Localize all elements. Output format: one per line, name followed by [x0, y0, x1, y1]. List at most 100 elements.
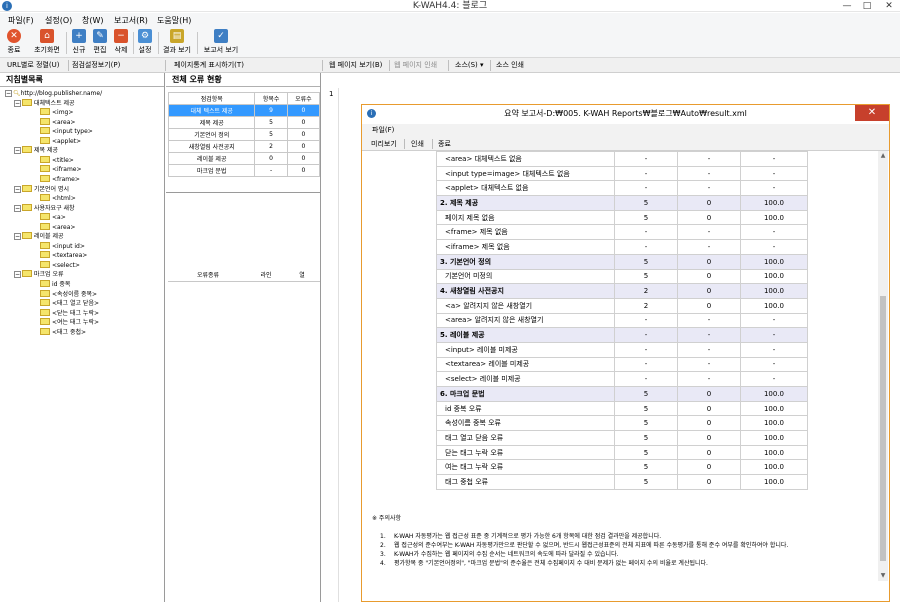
menu-report[interactable]: 보고서(R): [114, 15, 148, 26]
tree-item[interactable]: <태그 열고 닫음>: [40, 299, 99, 308]
summary-row[interactable]: 마크업 문법 -0: [167, 164, 321, 177]
summary-row[interactable]: 대체 텍스트 제공 9 0: [167, 104, 321, 117]
tree-item[interactable]: <태그 중첩>: [40, 327, 86, 337]
tree-item[interactable]: <frame>: [40, 174, 80, 184]
summary-row[interactable]: 새창열림 사전공지 2 0: [167, 140, 321, 153]
summary-cell: 0: [286, 140, 321, 153]
menu-settings[interactable]: 설정(O): [45, 15, 72, 26]
preview-button[interactable]: 미리보기: [371, 138, 397, 150]
error-detail-table: 오류종류 라인 열: [168, 269, 320, 282]
tree-item[interactable]: <input id>: [40, 241, 85, 251]
panel-splitter[interactable]: [166, 192, 321, 193]
tree-item[interactable]: <input type>: [40, 127, 93, 136]
tree-item[interactable]: <html>: [40, 194, 76, 203]
report-value: -: [614, 165, 678, 182]
menu-window[interactable]: 창(W): [82, 15, 104, 26]
tree-item-label: <area>: [52, 118, 76, 126]
tree-item[interactable]: <area>: [40, 117, 76, 127]
report-item-name: 태그 열고 닫음 오류: [436, 430, 615, 446]
menu-file[interactable]: 파일(F): [8, 15, 34, 26]
folder-icon: [40, 117, 50, 125]
tree-item[interactable]: <select>: [40, 260, 80, 270]
tree-item[interactable]: <area>: [40, 222, 75, 232]
close-button[interactable]: ✕: [880, 0, 898, 12]
maximize-button[interactable]: □: [858, 0, 876, 12]
exit-report-button[interactable]: 종료: [438, 138, 451, 150]
collapse-icon[interactable]: −: [14, 233, 21, 241]
tree-root[interactable]: − 🔍︎http://blog.publisher.name/: [5, 89, 102, 98]
tree-group[interactable]: − 마크업 오류: [14, 270, 64, 279]
report-value: 5: [614, 459, 678, 476]
summary-table: 점검항목 항목수 오류수 대체 텍스트 제공 9 0 제목 제공 5 0 기본언어 정의 5 0…: [167, 92, 321, 177]
tree-item[interactable]: <textarea>: [40, 251, 87, 260]
collapse-icon[interactable]: −: [14, 99, 21, 107]
tree-item[interactable]: <속성이름 중복>: [40, 289, 97, 299]
result-view-button[interactable]: ▤ 결과 보기: [160, 29, 194, 56]
dialog-close-button[interactable]: ✕: [855, 105, 889, 121]
check-settings-button[interactable]: 점검설정보기(P): [72, 60, 120, 70]
column-header[interactable]: 항목수: [254, 92, 288, 105]
tree-group[interactable]: − 사용자요구 새창: [14, 203, 75, 213]
tree-item[interactable]: <iframe>: [40, 165, 82, 174]
tree-item[interactable]: <닫는 태그 누락>: [40, 308, 99, 318]
tree-group[interactable]: − 기본언어 명시: [14, 184, 69, 194]
summary-row[interactable]: 제목 제공 5 0: [167, 116, 321, 129]
column-header[interactable]: 오류종류: [168, 269, 248, 282]
summary-row[interactable]: 레이블 제공 0 0: [167, 152, 321, 165]
source-dropdown[interactable]: 소스(S) ▾: [455, 60, 484, 70]
minimize-button[interactable]: —: [838, 0, 856, 12]
tree-item[interactable]: <applet>: [40, 136, 81, 146]
toolbar-divider: [66, 32, 67, 54]
tree-group[interactable]: − 제목 제공: [14, 146, 58, 155]
report-value: 100.0: [740, 209, 808, 226]
scroll-up-icon[interactable]: ▲: [878, 151, 888, 161]
dialog-menu-file[interactable]: 파일(F): [372, 125, 394, 136]
home-button[interactable]: ⌂ 초기화면: [31, 29, 63, 56]
report-value: 100.0: [740, 253, 808, 270]
collapse-icon[interactable]: −: [14, 147, 21, 155]
summary-header: 전체 오류 현황: [166, 73, 320, 87]
tree-item[interactable]: <a>: [40, 213, 66, 222]
report-value: 5: [614, 400, 678, 417]
report-view-button[interactable]: ✓ 보고서 보기: [199, 29, 243, 56]
collapse-icon[interactable]: −: [14, 185, 21, 193]
web-page-view-button[interactable]: 웹 페이지 보기(B): [329, 60, 382, 70]
scroll-down-icon[interactable]: ▼: [878, 571, 888, 581]
settings-button[interactable]: ⚙ 설정: [135, 29, 155, 56]
menu-help[interactable]: 도움말(H): [157, 15, 191, 26]
summary-row[interactable]: 기본언어 정의 5 0: [167, 128, 321, 141]
new-icon: +: [72, 29, 86, 43]
print-button[interactable]: 인쇄: [411, 138, 424, 150]
report-item-row: 태그 중첩 오류 5 0 100.0: [436, 474, 808, 490]
page-stats-button[interactable]: 페이지통계 표시하기(T): [174, 60, 244, 70]
tree-item[interactable]: <title>: [40, 155, 74, 165]
collapse-icon[interactable]: −: [14, 204, 21, 212]
source-print-button[interactable]: 소스 인쇄: [496, 60, 524, 70]
tree-item[interactable]: <img>: [40, 108, 73, 117]
note-number: 4.: [380, 560, 386, 567]
new-label: 신규: [72, 46, 86, 54]
column-header[interactable]: 열: [284, 269, 320, 282]
note-text: 웹 접근성의 준수여부는 K-WAH 자동평가만으로 판단할 수 없으며, 반드…: [394, 542, 789, 549]
tree-item[interactable]: id 중복: [40, 280, 70, 289]
report-scrollbar[interactable]: ▲ ▼: [878, 151, 888, 581]
collapse-icon[interactable]: −: [14, 271, 21, 279]
folder-icon: [22, 270, 32, 278]
collapse-icon[interactable]: −: [5, 90, 12, 97]
delete-button[interactable]: − 삭제: [111, 29, 131, 56]
line-number: 1: [329, 90, 334, 98]
exit-button[interactable]: ✕ 종료: [3, 29, 25, 56]
url-sort-button[interactable]: URL별로 정렬(U): [7, 60, 59, 70]
report-item-name: 4. 새창열림 사전공지: [436, 283, 615, 299]
new-button[interactable]: + 신규: [69, 29, 89, 56]
tree-group[interactable]: − 레이블 제공: [14, 232, 64, 241]
tree-item[interactable]: <여는 태그 누락>: [40, 318, 99, 327]
report-category-row: 2. 제목 제공 5 0 100.0: [436, 195, 808, 211]
scrollbar-thumb[interactable]: [880, 296, 886, 561]
column-header[interactable]: 오류수: [286, 92, 321, 105]
edit-button[interactable]: ✎ 편집: [90, 29, 110, 56]
web-page-print-button[interactable]: 웹 페이지 인쇄: [394, 60, 437, 70]
column-header[interactable]: 점검항목: [167, 92, 256, 105]
column-header[interactable]: 라인: [248, 269, 284, 282]
tree-group[interactable]: − 대체텍스트 제공: [14, 98, 75, 108]
